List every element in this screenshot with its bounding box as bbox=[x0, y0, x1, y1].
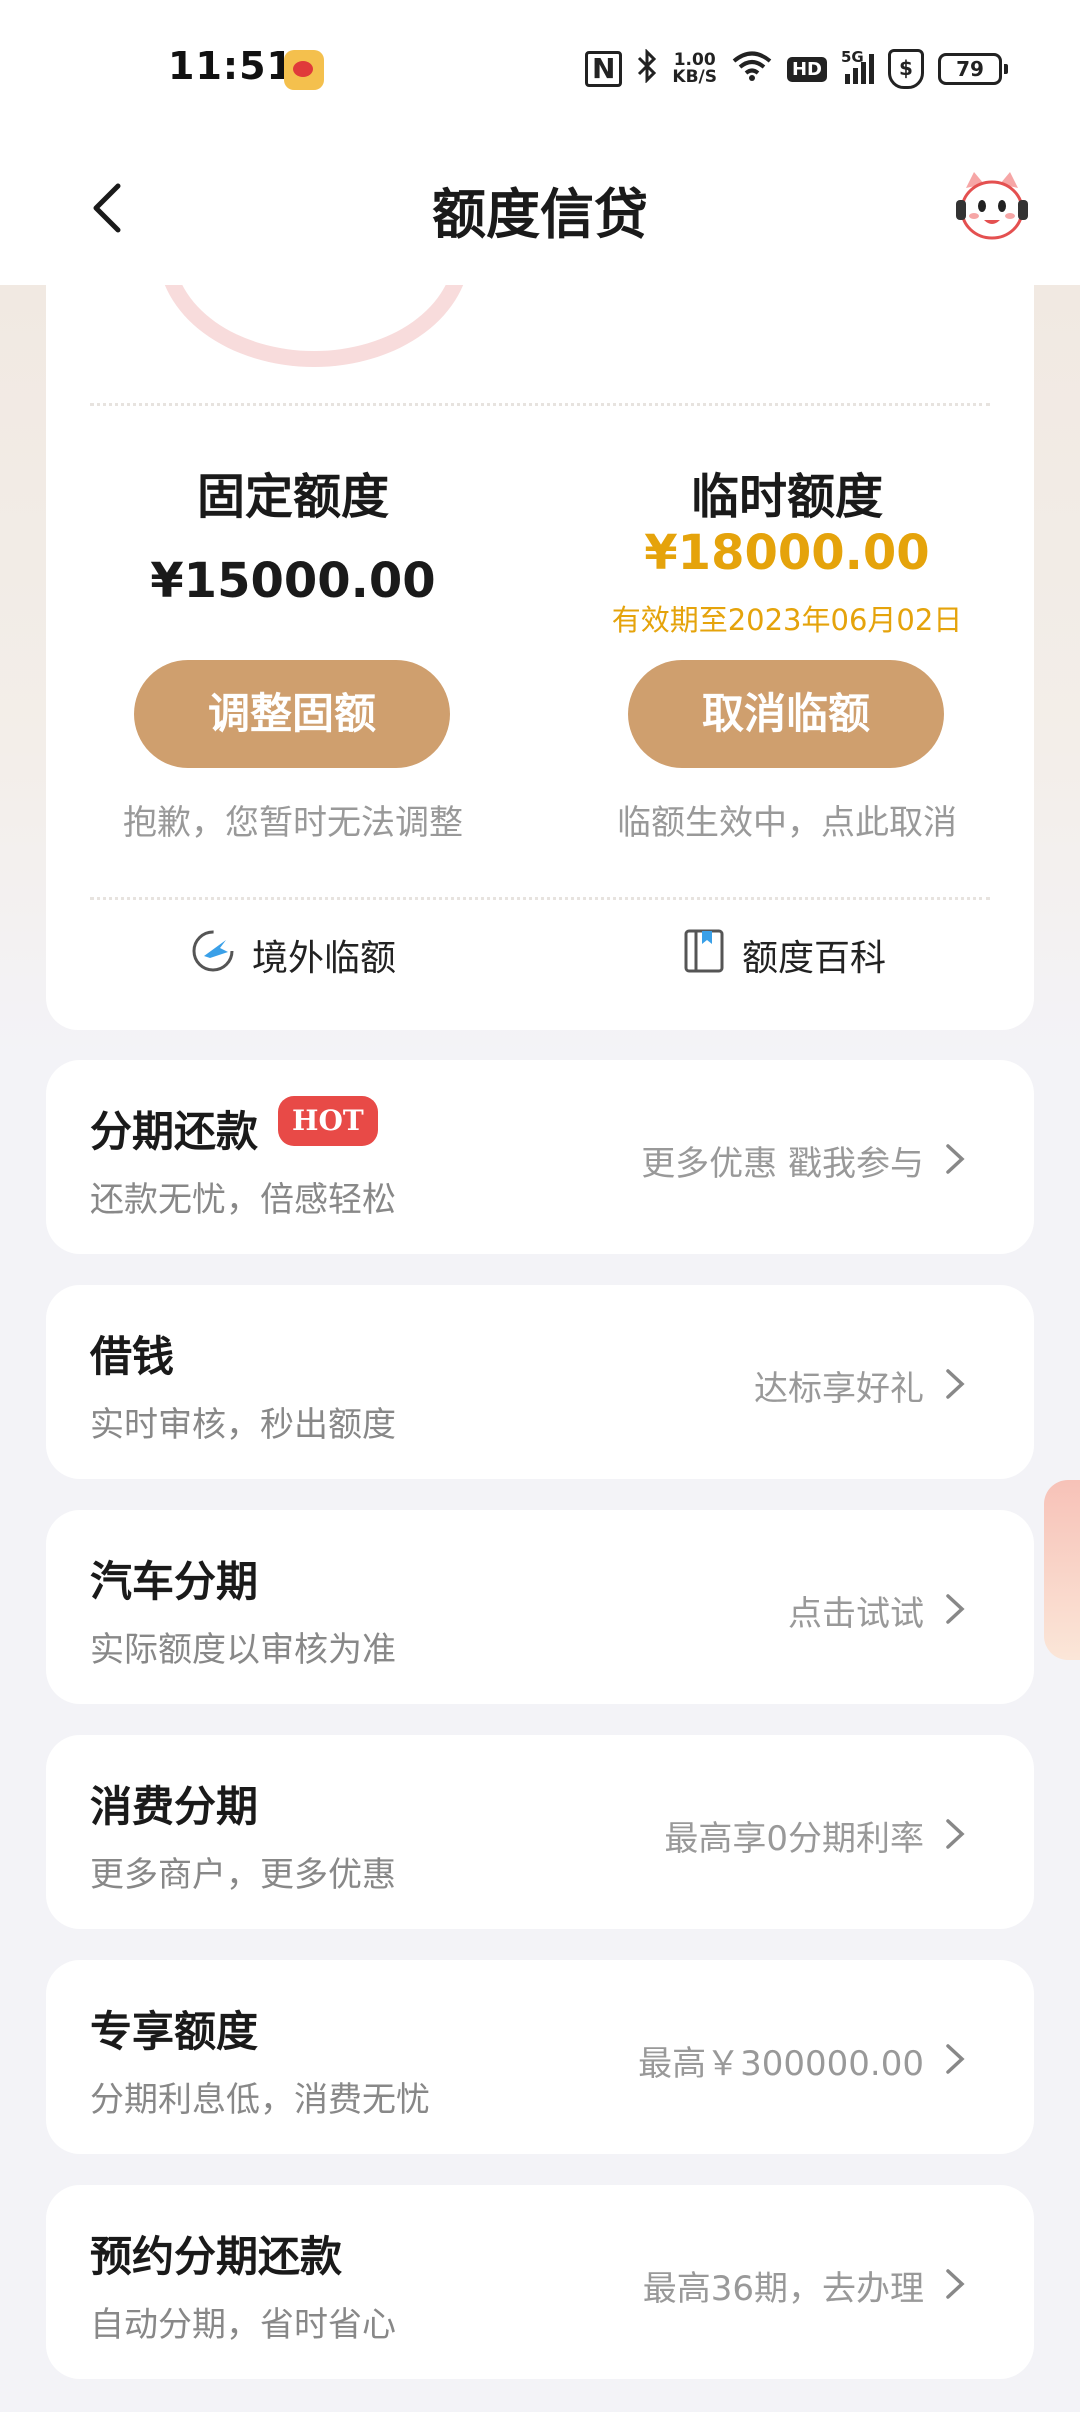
book-icon bbox=[682, 928, 726, 983]
net-speed: 1.00 KB/S bbox=[672, 52, 717, 86]
card-action-text: 最高￥300000.00 bbox=[638, 2044, 924, 2084]
card-title: 借钱 bbox=[90, 1332, 175, 1381]
service-card-scheduled-installment[interactable]: 预约分期还款 自动分期，省时省心 最高36期，去办理 bbox=[46, 2185, 1034, 2379]
service-card-installment-repay[interactable]: 分期还款 HOT 还款无忧，倍感轻松 更多优惠 戳我参与 bbox=[46, 1060, 1034, 1254]
temp-quota-amount: ¥18000.00 bbox=[644, 525, 930, 581]
shield-dollar-icon: $ bbox=[888, 49, 924, 89]
mascot-avatar-icon[interactable] bbox=[952, 166, 1032, 246]
card-action-text: 达标享好礼 bbox=[754, 1369, 924, 1409]
nfc-icon: N bbox=[584, 51, 623, 87]
divider bbox=[90, 403, 990, 406]
plane-globe-icon bbox=[190, 928, 236, 983]
quota-wiki-link[interactable]: 额度百科 bbox=[682, 928, 887, 983]
hd-badge: HD bbox=[786, 56, 827, 82]
adjust-fixed-quota-button[interactable]: 调整固额 bbox=[134, 660, 450, 768]
card-subtitle: 还款无忧，倍感轻松 bbox=[90, 1180, 396, 1220]
divider bbox=[90, 897, 990, 900]
status-bar: 11:51 N 1.00 KB/S HD 5G $ 79 bbox=[0, 0, 1080, 140]
nav-bar: 额度信贷 bbox=[0, 140, 1080, 285]
chevron-right-icon bbox=[946, 1594, 965, 1624]
card-subtitle: 更多商户，更多优惠 bbox=[90, 1855, 396, 1895]
weibo-icon bbox=[284, 50, 324, 90]
status-time: 11:51 bbox=[168, 44, 294, 88]
network-type: 5G bbox=[841, 48, 864, 66]
battery-icon: 79 bbox=[938, 53, 1008, 85]
card-title: 专享额度 bbox=[90, 2007, 259, 2056]
card-action-text: 最高36期，去办理 bbox=[642, 2269, 924, 2309]
card-subtitle: 分期利息低，消费无忧 bbox=[90, 2080, 430, 2120]
quota-gauge-arc bbox=[158, 285, 470, 367]
chevron-right-icon bbox=[946, 1819, 965, 1849]
overseas-temp-quota-link[interactable]: 境外临额 bbox=[190, 930, 396, 980]
temp-quota-label: 临时额度 bbox=[690, 469, 883, 525]
hot-badge: HOT bbox=[278, 1096, 378, 1146]
quota-wiki-label: 额度百科 bbox=[742, 938, 887, 979]
card-subtitle: 实时审核，秒出额度 bbox=[90, 1405, 396, 1445]
page-title: 额度信贷 bbox=[432, 183, 648, 246]
card-action-text: 更多优惠 戳我参与 bbox=[641, 1144, 924, 1184]
card-title: 分期还款 bbox=[90, 1107, 259, 1156]
signal-5g-icon: 5G bbox=[841, 48, 874, 84]
service-card-consumer-installment[interactable]: 消费分期 更多商户，更多优惠 最高享0分期利率 bbox=[46, 1735, 1034, 1929]
service-card-borrow[interactable]: 借钱 实时审核，秒出额度 达标享好礼 bbox=[46, 1285, 1034, 1479]
card-action-text: 点击试试 bbox=[788, 1594, 924, 1634]
cancel-temp-quota-button[interactable]: 取消临额 bbox=[628, 660, 944, 768]
temp-quota-valid-date: 有效期至2023年06月02日 bbox=[611, 603, 963, 637]
chevron-right-icon bbox=[946, 2044, 965, 2074]
service-card-car-installment[interactable]: 汽车分期 实际额度以审核为准 点击试试 bbox=[46, 1510, 1034, 1704]
card-title: 预约分期还款 bbox=[90, 2232, 343, 2281]
card-title: 消费分期 bbox=[90, 1782, 259, 1831]
fixed-quota-hint: 抱歉，您暂时无法调整 bbox=[123, 803, 463, 843]
overseas-temp-quota-label: 境外临额 bbox=[252, 938, 397, 979]
service-card-exclusive-quota[interactable]: 专享额度 分期利息低，消费无忧 最高￥300000.00 bbox=[46, 1960, 1034, 2154]
card-subtitle: 实际额度以审核为准 bbox=[90, 1630, 396, 1670]
chevron-right-icon bbox=[946, 1369, 965, 1399]
status-icons: N 1.00 KB/S HD 5G $ 79 bbox=[584, 48, 1008, 90]
fixed-quota-label: 固定额度 bbox=[196, 469, 389, 525]
bluetooth-icon bbox=[636, 48, 658, 89]
floating-promo-tab[interactable] bbox=[1044, 1480, 1080, 1660]
card-subtitle: 自动分期，省时省心 bbox=[90, 2305, 396, 2345]
temp-quota-hint[interactable]: 临额生效中，点此取消 bbox=[540, 795, 1034, 844]
net-speed-unit: KB/S bbox=[672, 67, 717, 87]
fixed-quota-amount: ¥15000.00 bbox=[150, 553, 436, 609]
card-action-text: 最高享0分期利率 bbox=[664, 1819, 924, 1859]
card-title: 汽车分期 bbox=[90, 1557, 259, 1606]
wifi-icon bbox=[731, 50, 773, 88]
chevron-right-icon bbox=[946, 1144, 965, 1174]
chevron-right-icon bbox=[946, 2269, 965, 2299]
quota-card: 固定额度 ¥15000.00 调整固额 抱歉，您暂时无法调整 临时额度 ¥180… bbox=[46, 285, 1034, 1030]
